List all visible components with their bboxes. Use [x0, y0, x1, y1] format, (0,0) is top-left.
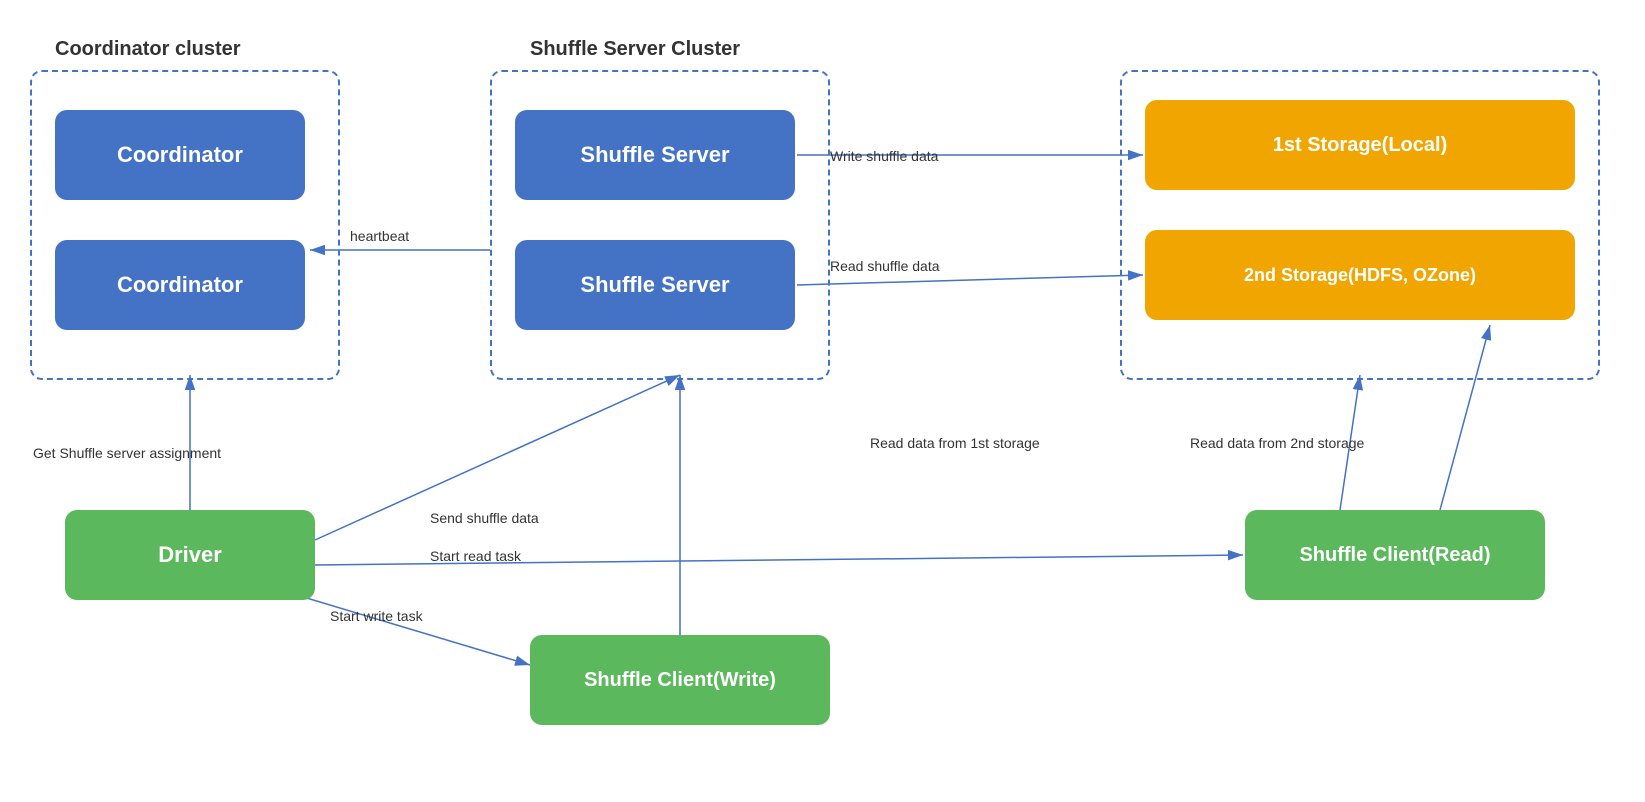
shuffle-server1-node: Shuffle Server [515, 110, 795, 200]
shuffle-client-write-node: Shuffle Client(Write) [530, 635, 830, 725]
driver-node: Driver [65, 510, 315, 600]
read-data-from-2nd-label: Read data from 2nd storage [1190, 435, 1364, 451]
shuffle-client-read-node: Shuffle Client(Read) [1245, 510, 1545, 600]
read-data-from-1st-label: Read data from 1st storage [870, 435, 1040, 451]
heartbeat-label: heartbeat [350, 228, 409, 244]
coordinator-cluster-label: Coordinator cluster [55, 38, 241, 61]
storage2-node: 2nd Storage(HDFS, OZone) [1145, 230, 1575, 320]
coordinator1-node: Coordinator [55, 110, 305, 200]
shuffle-server-cluster-label: Shuffle Server Cluster [530, 38, 740, 61]
diagram-container: Coordinator cluster Shuffle Server Clust… [0, 0, 1645, 802]
coordinator2-node: Coordinator [55, 240, 305, 330]
get-shuffle-server-assignment-label: Get Shuffle server assignment [33, 445, 221, 461]
send-shuffle-data-label: Send shuffle data [430, 510, 539, 526]
start-write-task-label: Start write task [330, 608, 423, 624]
start-read-task-label: Start read task [430, 548, 521, 564]
read-shuffle-data-label: Read shuffle data [830, 258, 940, 274]
storage1-node: 1st Storage(Local) [1145, 100, 1575, 190]
shuffle-server2-node: Shuffle Server [515, 240, 795, 330]
write-shuffle-data-label: Write shuffle data [830, 148, 938, 164]
